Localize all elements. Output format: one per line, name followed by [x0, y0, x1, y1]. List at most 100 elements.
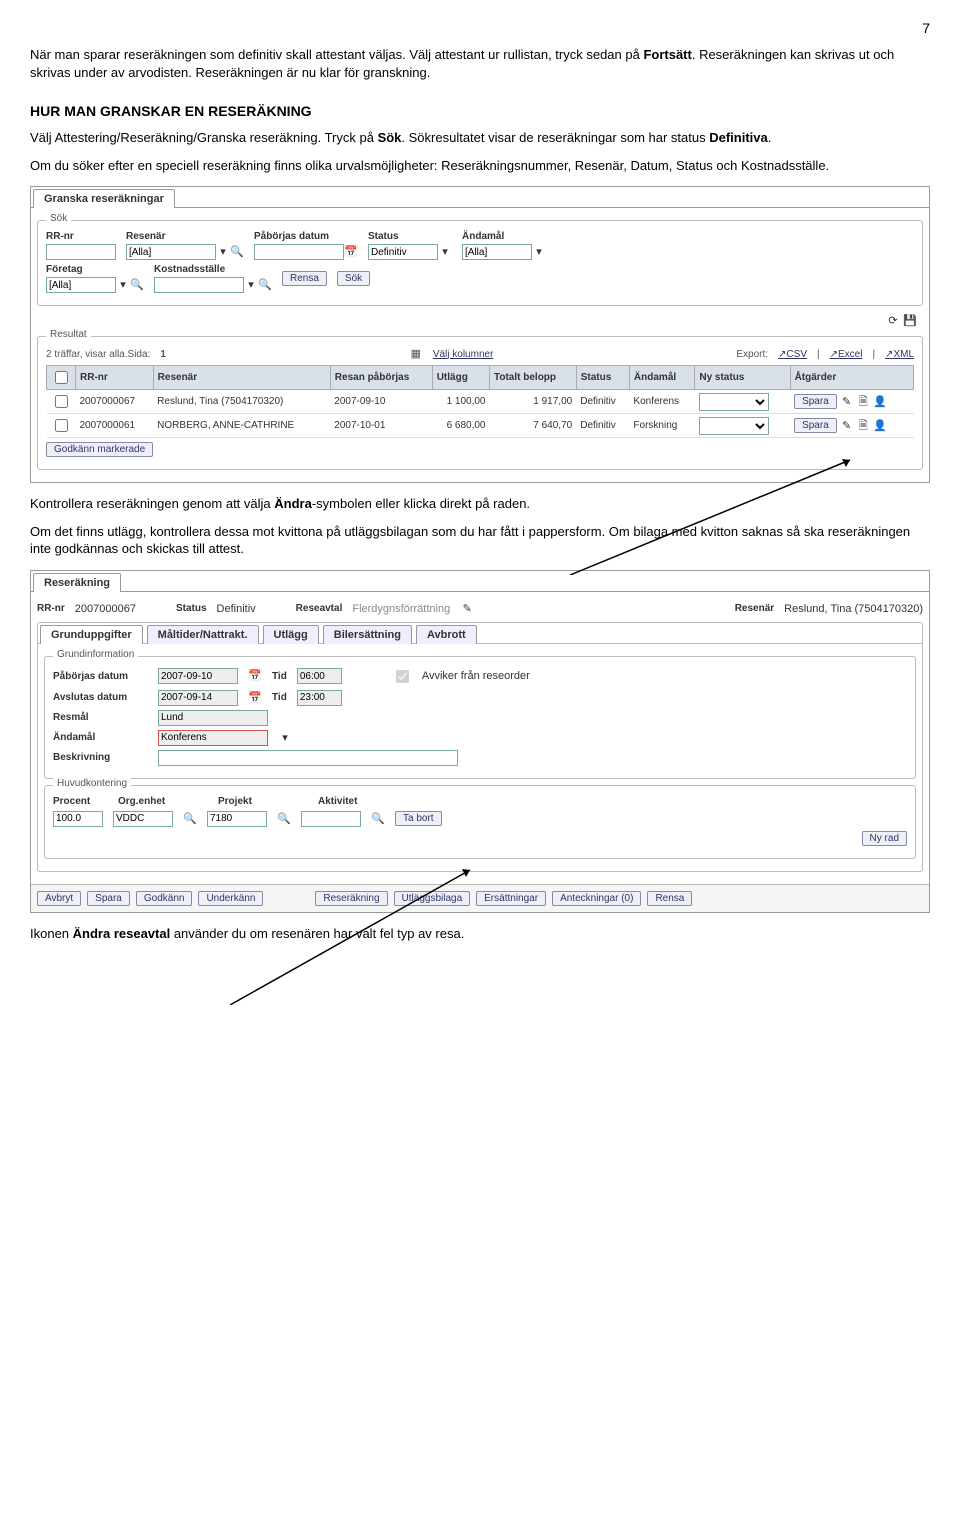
input-start[interactable]	[158, 668, 238, 684]
table-row[interactable]: 2007000067 Reslund, Tina (7504170320) 20…	[47, 390, 914, 414]
input-tid2[interactable]	[297, 690, 342, 706]
col-totalt[interactable]: Totalt belopp	[490, 366, 577, 390]
spara-row-button[interactable]: Spara	[794, 394, 837, 409]
inner-tabs-fieldset: Grunduppgifter Måltider/Nattrakt. Utlägg…	[37, 622, 923, 872]
note-icon[interactable]: 🗎	[856, 419, 870, 433]
note-icon[interactable]: 🗎	[856, 395, 870, 409]
save-icon[interactable]: 💾	[903, 314, 917, 328]
dropdown-icon[interactable]: ▾	[116, 278, 130, 292]
paragraph-1: När man sparar reseräkningen som definit…	[30, 46, 930, 81]
refresh-icon[interactable]: ⟳	[886, 314, 900, 328]
calendar-icon[interactable]: 📅	[344, 245, 358, 259]
input-andamal[interactable]	[158, 730, 268, 746]
lookup-icon[interactable]: 🔍	[277, 812, 291, 826]
export-label: Export:	[736, 349, 768, 360]
rensa-button[interactable]: Rensa	[647, 891, 692, 906]
dropdown-icon[interactable]: ▾	[216, 245, 230, 259]
input-tid1[interactable]	[297, 668, 342, 684]
sok-button[interactable]: Sök	[337, 271, 370, 286]
anteckningar-button[interactable]: Anteckningar (0)	[552, 891, 641, 906]
columns-icon[interactable]: ▦	[409, 347, 423, 361]
nystatus-select[interactable]	[699, 393, 769, 411]
cell-start: 2007-09-10	[330, 390, 432, 414]
lookup-icon[interactable]: 🔍	[258, 278, 272, 292]
col-status[interactable]: Status	[576, 366, 629, 390]
input-beskr[interactable]	[158, 750, 458, 766]
input-projekt[interactable]	[207, 811, 267, 827]
tabort-button[interactable]: Ta bort	[395, 811, 442, 826]
lookup-icon[interactable]: 🔍	[371, 812, 385, 826]
dropdown-icon[interactable]: ▾	[438, 245, 452, 259]
table-row[interactable]: 2007000061 NORBERG, ANNE-CATHRINE 2007-1…	[47, 414, 914, 438]
valj-kolumner-link[interactable]: Välj kolumner	[433, 349, 494, 360]
input-end[interactable]	[158, 690, 238, 706]
col-nystatus[interactable]: Ny status	[695, 366, 790, 390]
col-andamal[interactable]: Ändamål	[629, 366, 694, 390]
lookup-icon[interactable]: 🔍	[130, 278, 144, 292]
dropdown-icon[interactable]: ▾	[278, 731, 292, 745]
edit-reseavtal-icon[interactable]: ✎	[460, 602, 474, 616]
nyrad-button[interactable]: Ny rad	[862, 831, 907, 846]
reserakning-button[interactable]: Reseräkning	[315, 891, 387, 906]
input-org[interactable]	[113, 811, 173, 827]
result-info: 2 träffar, visar alla.Sida:	[46, 349, 150, 360]
select-all-checkbox[interactable]	[55, 371, 68, 384]
row-checkbox[interactable]	[55, 395, 68, 408]
input-procent[interactable]	[53, 811, 103, 827]
person-icon[interactable]: 👤	[873, 395, 887, 409]
person-icon[interactable]: 👤	[873, 419, 887, 433]
col-atgarder[interactable]: Åtgärder	[790, 366, 913, 390]
ersattningar-button[interactable]: Ersättningar	[476, 891, 546, 906]
tab-maltider[interactable]: Måltider/Nattrakt.	[147, 625, 259, 644]
calendar-icon[interactable]: 📅	[248, 691, 262, 705]
calendar-icon[interactable]: 📅	[248, 669, 262, 683]
tab-utlagg[interactable]: Utlägg	[263, 625, 319, 644]
avbryt-button[interactable]: Avbryt	[37, 891, 81, 906]
edit-icon[interactable]: ✎	[840, 395, 854, 409]
input-rrnr[interactable]	[46, 244, 116, 260]
row-checkbox[interactable]	[55, 419, 68, 432]
input-status[interactable]	[368, 244, 438, 260]
input-resmal[interactable]	[158, 710, 268, 726]
input-resenar[interactable]	[126, 244, 216, 260]
dropdown-icon[interactable]: ▾	[244, 278, 258, 292]
export-csv[interactable]: ↗CSV	[778, 349, 807, 360]
spara-button[interactable]: Spara	[87, 891, 130, 906]
input-date[interactable]	[254, 244, 344, 260]
rensa-button[interactable]: Rensa	[282, 271, 327, 286]
label-avviker: Avviker från reseorder	[422, 670, 530, 682]
col-utlagg[interactable]: Utlägg	[432, 366, 489, 390]
edit-icon[interactable]: ✎	[840, 419, 854, 433]
input-andamal[interactable]	[462, 244, 532, 260]
dropdown-icon[interactable]: ▾	[532, 245, 546, 259]
tab-reserakning[interactable]: Reseräkning	[33, 573, 121, 592]
input-aktivitet[interactable]	[301, 811, 361, 827]
cell-status: Definitiv	[576, 414, 629, 438]
spara-row-button[interactable]: Spara	[794, 418, 837, 433]
text-bold: Sök	[378, 130, 402, 145]
page-number: 7	[30, 20, 930, 36]
export-excel[interactable]: ↗Excel	[830, 349, 863, 360]
col-resenar[interactable]: Resenär	[153, 366, 330, 390]
export-xml[interactable]: ↗XML	[885, 349, 914, 360]
col-org: Org.enhet	[118, 796, 208, 807]
col-rrnr[interactable]: RR-nr	[76, 366, 154, 390]
underkann-button[interactable]: Underkänn	[198, 891, 263, 906]
tab-avbrott[interactable]: Avbrott	[416, 625, 477, 644]
cell-start: 2007-10-01	[330, 414, 432, 438]
value-rrnr: 2007000067	[75, 603, 136, 615]
tab-granska[interactable]: Granska reseräkningar	[33, 189, 175, 208]
tab-grunduppgifter[interactable]: Grunduppgifter	[40, 625, 143, 644]
cell-rrnr: 2007000061	[76, 414, 154, 438]
input-kostnad[interactable]	[154, 277, 244, 293]
col-start[interactable]: Resan påbörjas	[330, 366, 432, 390]
lookup-icon[interactable]: 🔍	[183, 812, 197, 826]
nystatus-select[interactable]	[699, 417, 769, 435]
input-foretag[interactable]	[46, 277, 116, 293]
utlaggsbilaga-button[interactable]: Utläggsbilaga	[394, 891, 471, 906]
tab-bilersattning[interactable]: Bilersättning	[323, 625, 412, 644]
lookup-icon[interactable]: 🔍	[230, 245, 244, 259]
label-reseavtal: Reseavtal	[296, 603, 343, 614]
godkann-markerade-button[interactable]: Godkänn markerade	[46, 442, 153, 457]
godkann-button[interactable]: Godkänn	[136, 891, 193, 906]
